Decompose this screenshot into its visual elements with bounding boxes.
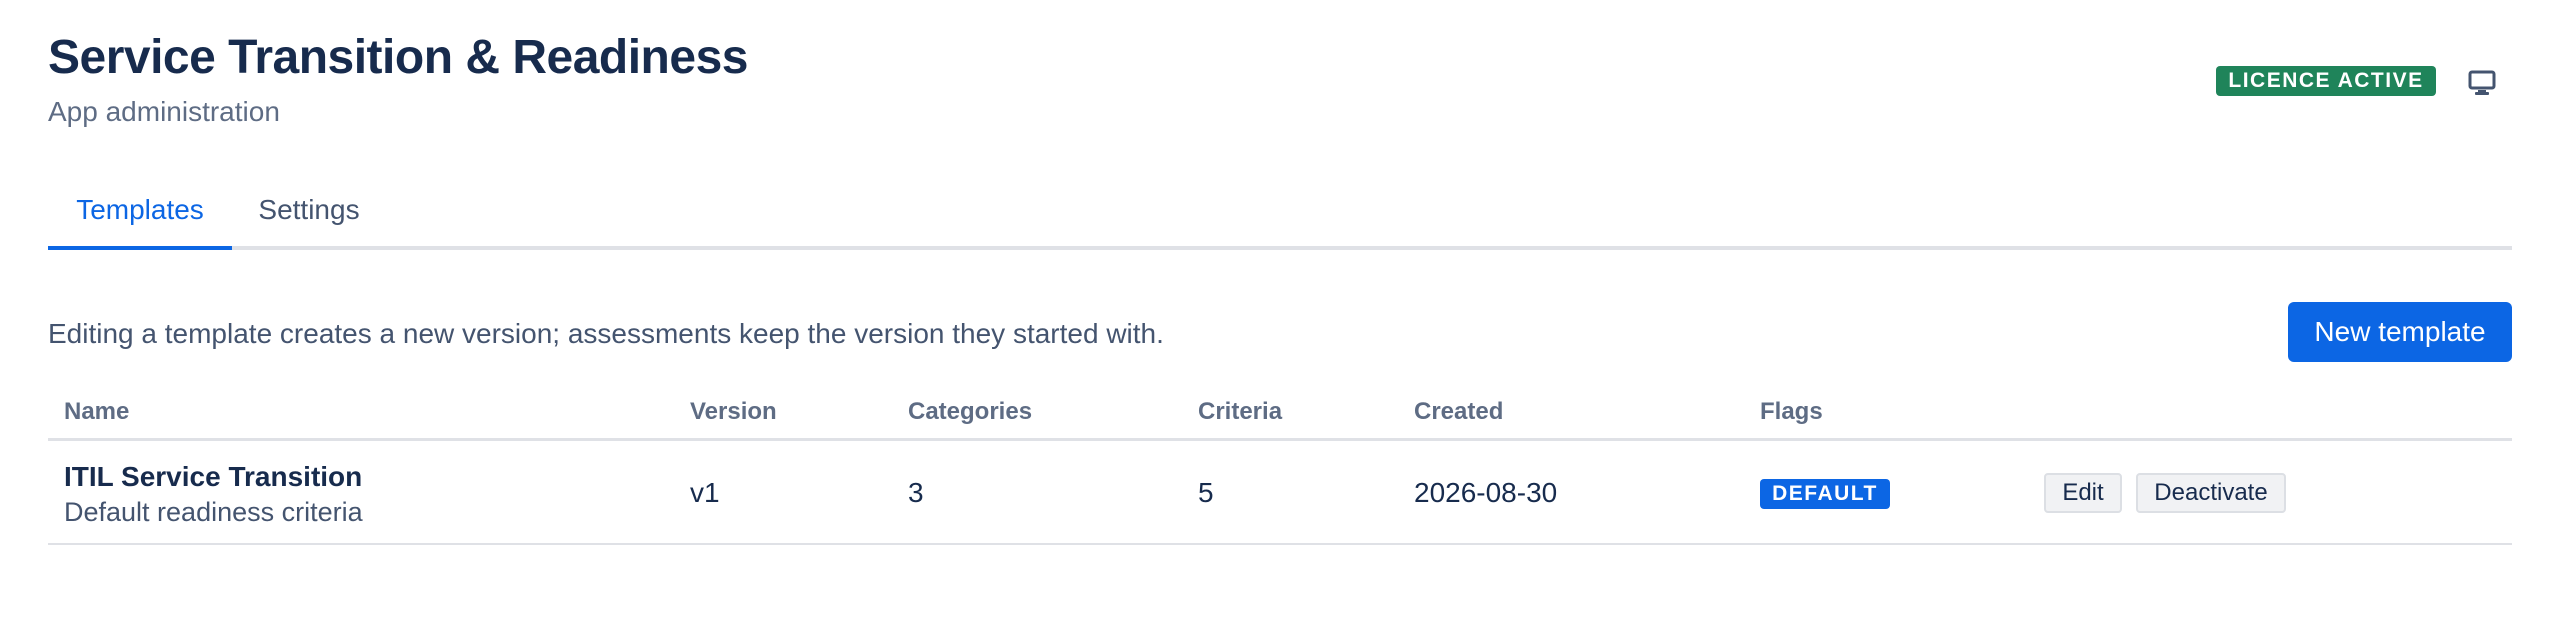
templates-table: Name Version Categories Criteria Created… (48, 390, 2512, 545)
page-subtitle: App administration (48, 96, 280, 127)
deactivate-button[interactable]: Deactivate (2136, 473, 2286, 513)
edit-button[interactable]: Edit (2044, 473, 2122, 513)
column-header-flags: Flags (1760, 398, 1823, 425)
column-header-criteria: Criteria (1198, 398, 1283, 425)
template-criteria-count: 5 (1198, 477, 1214, 508)
monitor-icon[interactable] (2468, 70, 2496, 96)
template-version: v1 (690, 477, 720, 508)
template-created-date: 2026-08-30 (1414, 477, 1558, 508)
column-header-version: Version (690, 398, 777, 425)
template-name-cell: ITIL Service Transition Default readines… (64, 461, 363, 528)
template-categories-count: 3 (908, 477, 924, 508)
tab-bar: Templates Settings (48, 180, 2512, 250)
admin-page: Service Transition & Readiness App admin… (0, 0, 2560, 642)
table-row: ITIL Service Transition Default readines… (48, 441, 2512, 545)
column-header-name: Name (64, 398, 130, 425)
licence-status-badge: LICENCE ACTIVE (2216, 66, 2436, 96)
tab-settings[interactable]: Settings (244, 180, 374, 246)
column-header-created: Created (1414, 398, 1504, 425)
template-description: Default readiness criteria (64, 497, 363, 527)
column-header-categories: Categories (908, 398, 1033, 425)
default-flag-badge: DEFAULT (1760, 479, 1890, 509)
new-template-button[interactable]: New template (2288, 302, 2512, 362)
versioning-helper-text: Editing a template creates a new version… (48, 318, 1164, 349)
page-title: Service Transition & Readiness (48, 31, 748, 84)
tab-templates[interactable]: Templates (48, 180, 232, 250)
table-header: Name Version Categories Criteria Created… (48, 390, 2512, 441)
template-name: ITIL Service Transition (64, 461, 363, 492)
